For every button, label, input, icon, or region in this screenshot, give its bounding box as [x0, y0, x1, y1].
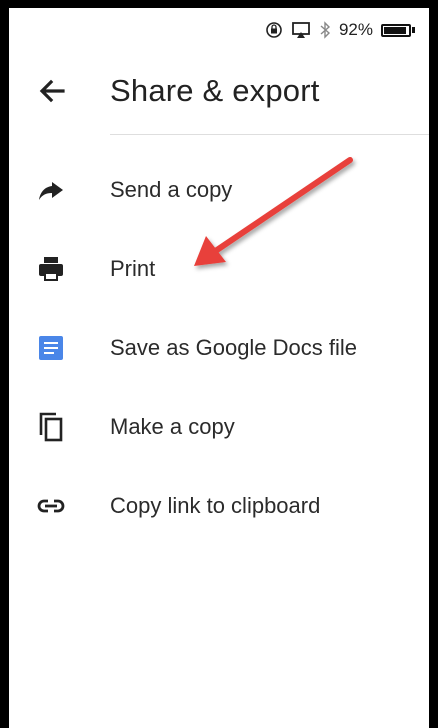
bluetooth-icon: [319, 21, 331, 39]
menu-item-send-a-copy[interactable]: Send a copy: [9, 150, 429, 229]
screen-rotation-lock-icon: [265, 21, 283, 39]
menu-item-label: Make a copy: [110, 413, 235, 439]
header-divider: [110, 134, 429, 135]
google-docs-icon: [29, 333, 73, 363]
app-header: Share & export: [9, 52, 429, 130]
copy-icon: [29, 411, 73, 443]
arrow-left-icon: [39, 79, 65, 103]
status-bar: 92%: [9, 8, 429, 52]
share-export-menu: Send a copy Print Save as Google Docs fi…: [9, 150, 429, 545]
back-button[interactable]: [26, 65, 78, 117]
share-arrow-icon: [29, 175, 73, 205]
menu-item-label: Copy link to clipboard: [110, 492, 321, 518]
link-icon: [29, 491, 73, 521]
menu-item-save-as-google-docs[interactable]: Save as Google Docs file: [9, 308, 429, 387]
printer-icon: [29, 254, 73, 284]
menu-item-print[interactable]: Print: [9, 229, 429, 308]
menu-item-copy-link[interactable]: Copy link to clipboard: [9, 466, 429, 545]
battery-percentage: 92%: [338, 20, 373, 39]
menu-item-label: Print: [110, 255, 156, 281]
battery-icon: [381, 23, 415, 37]
menu-item-label: Save as Google Docs file: [110, 334, 358, 360]
menu-item-label: Send a copy: [110, 176, 233, 202]
menu-item-make-a-copy[interactable]: Make a copy: [9, 387, 429, 466]
airplay-icon: [291, 21, 311, 39]
page-title: Share & export: [110, 73, 320, 108]
